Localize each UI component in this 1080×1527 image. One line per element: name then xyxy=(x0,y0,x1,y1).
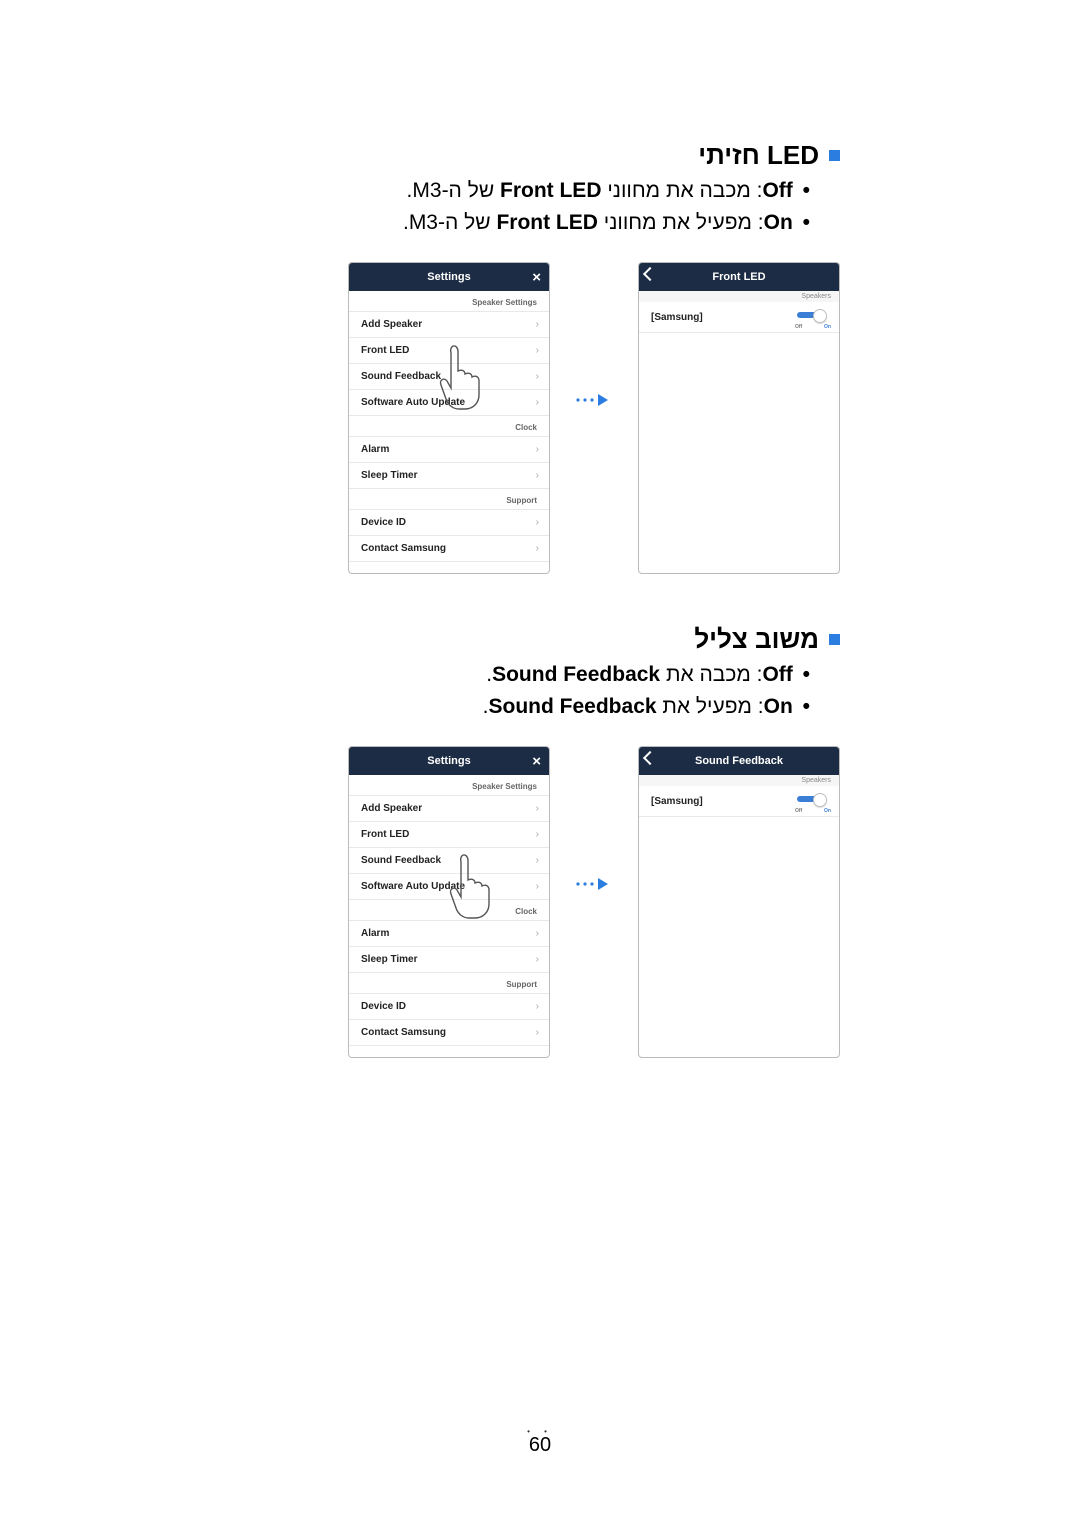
chevron-right-icon: › xyxy=(536,954,539,965)
item-add-speaker[interactable]: Add Speaker› xyxy=(349,312,549,338)
chevron-right-icon: › xyxy=(536,345,539,356)
section-title: LED חזיתי xyxy=(698,140,819,171)
item-sleep-timer[interactable]: Sleep Timer› xyxy=(349,463,549,489)
arrow-separator-icon xyxy=(574,876,614,892)
section-heading: משוב צליל xyxy=(220,624,840,655)
item-alarm[interactable]: Alarm› xyxy=(349,437,549,463)
detail-subheader: Speakers xyxy=(639,775,839,786)
settings-title: Settings xyxy=(427,271,470,283)
desc-item-off: • Off: מכבה את מחווני Front LED של ה-M3. xyxy=(220,175,810,207)
device-name: [Samsung] xyxy=(651,312,703,323)
chevron-right-icon: › xyxy=(536,1027,539,1038)
close-icon[interactable]: × xyxy=(532,270,541,285)
group-header-support: Support xyxy=(349,489,549,510)
chevron-right-icon: › xyxy=(536,829,539,840)
desc-item-on: • On: מפעיל את Sound Feedback. xyxy=(220,691,810,723)
close-icon[interactable]: × xyxy=(532,754,541,769)
blue-square-bullet-icon xyxy=(829,634,840,645)
item-sound-feedback[interactable]: Sound Feedback› xyxy=(349,364,549,390)
chevron-right-icon: › xyxy=(536,928,539,939)
group-header-speaker: Speaker Settings xyxy=(349,775,549,796)
detail-title: Sound Feedback xyxy=(695,755,783,767)
arrow-separator-icon xyxy=(574,392,614,408)
settings-screen: Settings × Speaker Settings Add Speaker›… xyxy=(348,262,550,574)
item-front-led[interactable]: Front LED› xyxy=(349,822,549,848)
chevron-right-icon: › xyxy=(536,881,539,892)
item-device-id[interactable]: Device ID› xyxy=(349,994,549,1020)
device-row[interactable]: [Samsung] Off On xyxy=(639,786,839,817)
description-list: • Off: מכבה את מחווני Front LED של ה-M3.… xyxy=(220,175,810,238)
section-title: משוב צליל xyxy=(694,624,819,655)
item-contact-samsung[interactable]: Contact Samsung› xyxy=(349,536,549,562)
device-name: [Samsung] xyxy=(651,796,703,807)
settings-header: Settings × xyxy=(349,747,549,775)
section-heading: LED חזיתי xyxy=(220,140,840,171)
chevron-right-icon: › xyxy=(536,470,539,481)
page-number: • • 60 xyxy=(0,1427,1080,1457)
group-header-support: Support xyxy=(349,973,549,994)
device-row[interactable]: [Samsung] Off On xyxy=(639,302,839,333)
detail-screen-sound-feedback: Sound Feedback Speakers [Samsung] Off On xyxy=(638,746,840,1058)
toggle-switch[interactable]: Off On xyxy=(797,793,829,809)
item-software-auto-update[interactable]: Software Auto Update› xyxy=(349,874,549,900)
desc-item-on: • On: מפעיל את מחווני Front LED של ה-M3. xyxy=(220,207,810,239)
chevron-right-icon: › xyxy=(536,855,539,866)
group-header-clock: Clock xyxy=(349,416,549,437)
figure-row-1: Front LED Speakers [Samsung] Off On xyxy=(220,262,840,574)
detail-header: Front LED xyxy=(639,263,839,291)
blue-square-bullet-icon xyxy=(829,150,840,161)
detail-header: Sound Feedback xyxy=(639,747,839,775)
item-sound-feedback[interactable]: Sound Feedback› xyxy=(349,848,549,874)
chevron-right-icon: › xyxy=(536,543,539,554)
detail-subheader: Speakers xyxy=(639,291,839,302)
description-list: • Off: מכבה את Sound Feedback. • On: מפע… xyxy=(220,659,810,722)
item-software-auto-update[interactable]: Software Auto Update› xyxy=(349,390,549,416)
item-sleep-timer[interactable]: Sleep Timer› xyxy=(349,947,549,973)
detail-title: Front LED xyxy=(712,271,765,283)
group-header-clock: Clock xyxy=(349,900,549,921)
chevron-right-icon: › xyxy=(536,319,539,330)
figure-row-2: Sound Feedback Speakers [Samsung] Off On xyxy=(220,746,840,1058)
chevron-right-icon: › xyxy=(536,517,539,528)
back-icon[interactable] xyxy=(643,751,657,765)
item-contact-samsung[interactable]: Contact Samsung› xyxy=(349,1020,549,1046)
item-alarm[interactable]: Alarm› xyxy=(349,921,549,947)
settings-screen: Settings × Speaker Settings Add Speaker›… xyxy=(348,746,550,1058)
chevron-right-icon: › xyxy=(536,371,539,382)
settings-title: Settings xyxy=(427,755,470,767)
item-device-id[interactable]: Device ID› xyxy=(349,510,549,536)
chevron-right-icon: › xyxy=(536,1001,539,1012)
item-add-speaker[interactable]: Add Speaker› xyxy=(349,796,549,822)
back-icon[interactable] xyxy=(643,267,657,281)
chevron-right-icon: › xyxy=(536,444,539,455)
chevron-right-icon: › xyxy=(536,397,539,408)
toggle-switch[interactable]: Off On xyxy=(797,309,829,325)
item-front-led[interactable]: Front LED› xyxy=(349,338,549,364)
chevron-right-icon: › xyxy=(536,803,539,814)
settings-header: Settings × xyxy=(349,263,549,291)
group-header-speaker: Speaker Settings xyxy=(349,291,549,312)
desc-item-off: • Off: מכבה את Sound Feedback. xyxy=(220,659,810,691)
detail-screen-front-led: Front LED Speakers [Samsung] Off On xyxy=(638,262,840,574)
